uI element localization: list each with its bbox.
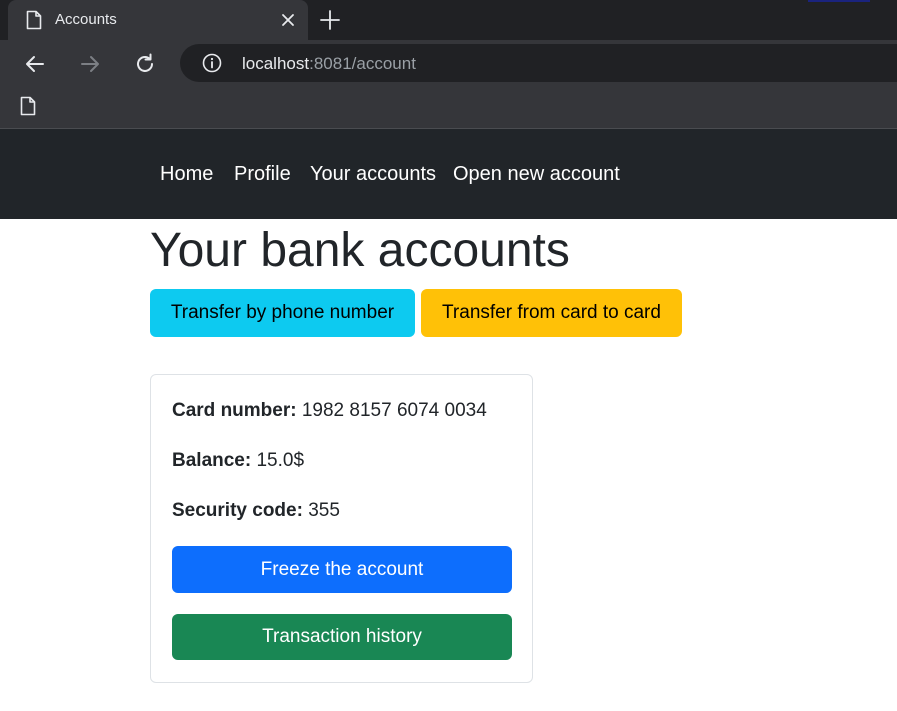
forward-arrow-icon[interactable] xyxy=(78,52,102,76)
site-navbar: Home Profile Your accounts Open new acco… xyxy=(0,129,897,219)
balance-row: Balance: 15.0$ xyxy=(172,450,304,472)
security-code-row: Security code: 355 xyxy=(172,500,340,522)
balance-value: 15.0$ xyxy=(256,450,305,471)
nav-home-link[interactable]: Home xyxy=(160,163,213,186)
document-icon[interactable] xyxy=(20,96,36,116)
url-text: localhost:8081/account xyxy=(242,54,416,74)
page-title: Your bank accounts xyxy=(150,224,570,277)
card-number-label: Card number: xyxy=(172,400,297,421)
url-host: localhost xyxy=(242,54,310,73)
freeze-account-button[interactable]: Freeze the account xyxy=(172,546,512,593)
transfer-by-phone-button[interactable]: Transfer by phone number xyxy=(150,289,415,337)
new-tab-icon[interactable] xyxy=(318,8,342,32)
url-path: :8081/account xyxy=(309,54,416,73)
browser-tab-bar: Accounts xyxy=(0,0,897,40)
back-arrow-icon[interactable] xyxy=(23,52,47,76)
nav-your-accounts-link[interactable]: Your accounts xyxy=(310,163,436,186)
card-number-value: 1982 8157 6074 0034 xyxy=(301,400,487,421)
balance-label: Balance: xyxy=(172,450,252,471)
security-code-value: 355 xyxy=(308,500,340,521)
reload-icon[interactable] xyxy=(133,52,157,76)
nav-profile-link[interactable]: Profile xyxy=(234,163,291,186)
transfer-card-to-card-button[interactable]: Transfer from card to card xyxy=(421,289,682,337)
bookmarks-bar xyxy=(0,88,897,129)
close-icon[interactable] xyxy=(278,10,298,30)
card-number-row: Card number: 1982 8157 6074 0034 xyxy=(172,400,487,422)
transaction-history-button[interactable]: Transaction history xyxy=(172,614,512,660)
account-card: Card number: 1982 8157 6074 0034 Balance… xyxy=(150,374,533,683)
security-code-label: Security code: xyxy=(172,500,303,521)
tab-title: Accounts xyxy=(55,11,117,28)
browser-toolbar: localhost:8081/account xyxy=(0,40,897,88)
info-icon[interactable] xyxy=(202,53,222,73)
browser-tab[interactable]: Accounts xyxy=(8,0,308,40)
document-icon xyxy=(26,10,42,30)
window-accent-line xyxy=(808,0,870,2)
nav-open-account-link[interactable]: Open new account xyxy=(453,163,620,186)
address-bar[interactable]: localhost:8081/account xyxy=(180,44,897,82)
